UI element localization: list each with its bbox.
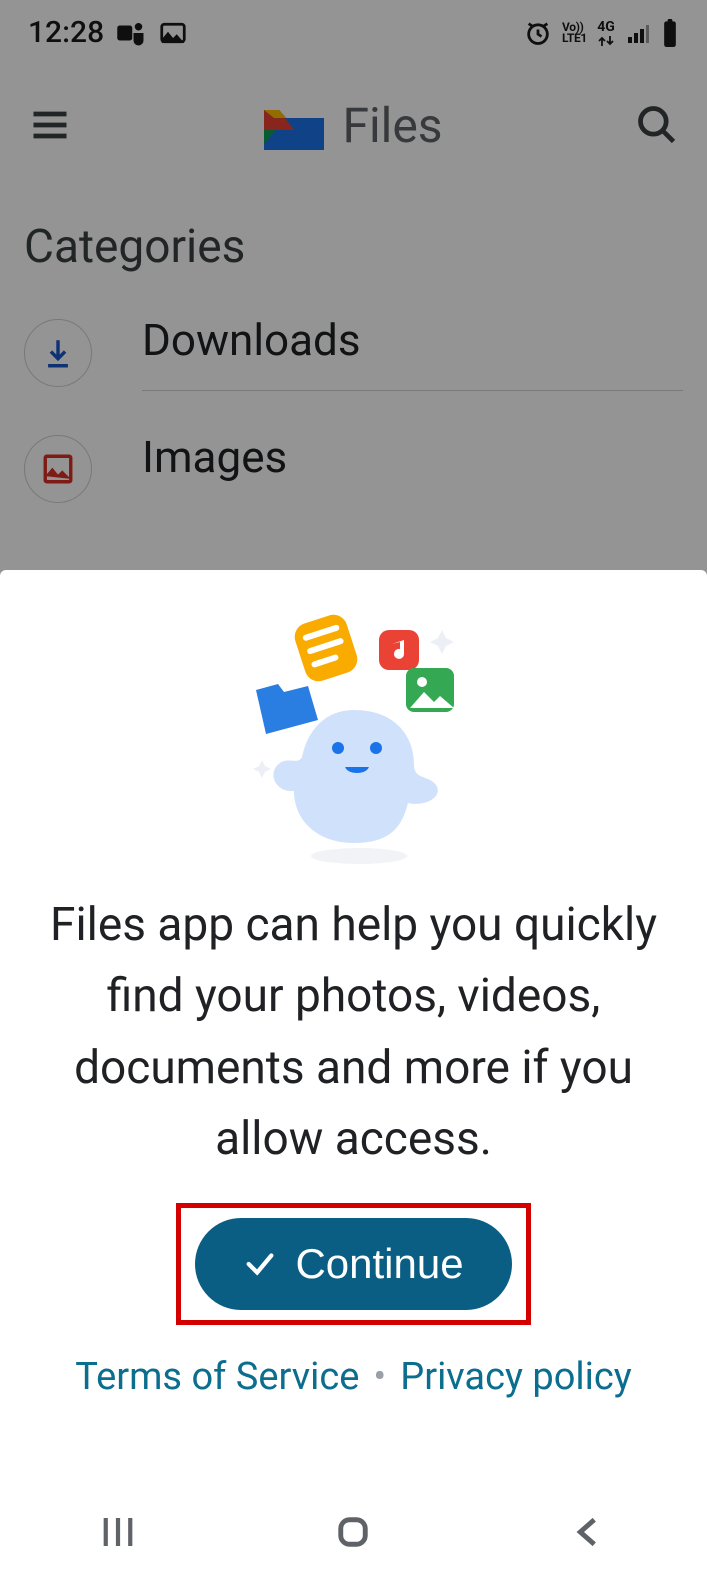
permission-sheet: Files app can help you quickly find your… <box>0 570 707 1587</box>
check-icon <box>243 1247 277 1281</box>
privacy-policy-link[interactable]: Privacy policy <box>400 1355 632 1399</box>
separator-dot: • <box>373 1355 386 1399</box>
legal-links: Terms of Service • Privacy policy <box>75 1355 632 1399</box>
back-button[interactable] <box>568 1511 610 1553</box>
recents-button[interactable] <box>97 1511 139 1553</box>
continue-button[interactable]: Continue <box>195 1218 511 1310</box>
tutorial-highlight: Continue <box>176 1203 530 1325</box>
permission-message: Files app can help you quickly find your… <box>40 890 667 1175</box>
system-nav-bar <box>0 1477 707 1587</box>
terms-of-service-link[interactable]: Terms of Service <box>75 1355 359 1399</box>
files-mascot-illustration <box>244 610 464 870</box>
continue-label: Continue <box>295 1240 463 1288</box>
home-button[interactable] <box>332 1511 374 1553</box>
